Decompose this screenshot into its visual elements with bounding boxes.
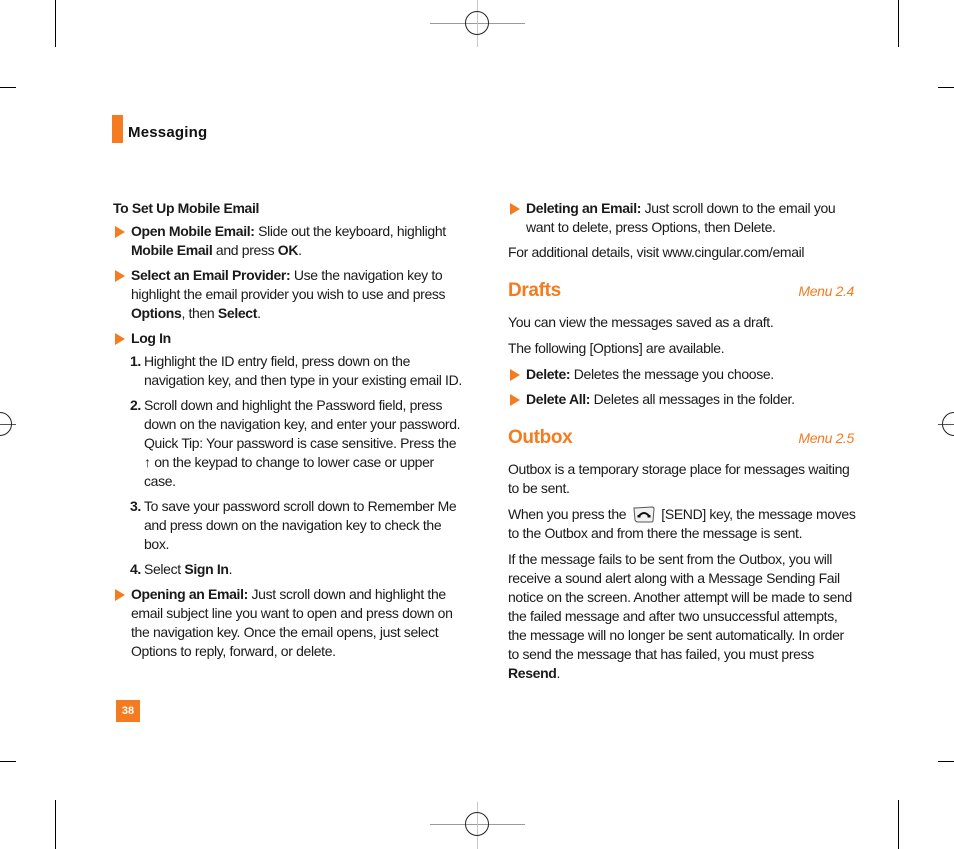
left-column: To Set Up Mobile Email Open Mobile Email… — [113, 199, 463, 667]
login-step-2: 2. Scroll down and highlight the Passwor… — [113, 396, 463, 491]
bullet-label: Open Mobile Email: — [131, 223, 255, 239]
additional-details: For additional details, visit www.cingul… — [508, 244, 805, 260]
quick-tip-text: Quick Tip: Your password is case sensiti… — [144, 435, 457, 451]
bullet-bold: Mobile Email — [131, 242, 213, 258]
drafts-option-delete: Delete: Deletes the message you choose. — [508, 365, 858, 384]
step-text: Highlight the ID entry field, press down… — [144, 353, 462, 388]
right-column: Deleting an Email: Just scroll down to t… — [508, 199, 858, 690]
step-number: 4. — [130, 561, 141, 577]
step-text: Select — [144, 561, 185, 577]
crop-mark — [0, 761, 16, 762]
bullet-arrow-icon — [510, 369, 520, 381]
fail-text: If the message fails to be sent from the… — [508, 551, 852, 662]
drafts-menu-ref: Menu 2.4 — [798, 283, 854, 299]
bullet-arrow-icon — [115, 270, 125, 282]
bullet-bold: Options — [131, 305, 182, 321]
bullet-label: Log In — [131, 330, 171, 346]
crop-mark — [898, 0, 899, 47]
login-step-4: 4. Select Sign In. — [113, 560, 463, 579]
crop-mark — [55, 800, 56, 849]
bullet-text: and press — [212, 242, 278, 258]
drafts-options-intro: The following [Options] are available. — [508, 340, 725, 356]
bullet-opening-email: Opening an Email: Just scroll down and h… — [113, 585, 463, 661]
send-key-icon — [633, 506, 655, 523]
step-text: Scroll down and highlight the Password f… — [144, 397, 461, 432]
crop-mark — [938, 87, 954, 88]
bullet-open-mobile-email: Open Mobile Email: Slide out the keyboar… — [113, 222, 463, 260]
send-text: When you press the — [508, 506, 630, 522]
bullet-select-provider: Select an Email Provider: Use the naviga… — [113, 266, 463, 323]
drafts-option-delete-all: Delete All: Deletes all messages in the … — [508, 390, 858, 409]
fail-text: . — [556, 665, 561, 681]
drafts-intro: You can view the messages saved as a dra… — [508, 314, 774, 330]
bullet-text: Deletes all messages in the folder. — [590, 391, 795, 407]
step-bold: Sign In — [184, 561, 229, 577]
bullet-bold: OK — [277, 242, 299, 258]
bullet-bold: Select — [217, 305, 258, 321]
page-number: 38 — [116, 700, 140, 722]
bullet-text: . — [298, 242, 302, 258]
section-accent-bar — [112, 115, 123, 143]
bullet-arrow-icon — [510, 203, 520, 215]
step-number: 2. — [130, 397, 141, 413]
outbox-menu-ref: Menu 2.5 — [798, 430, 854, 446]
resend-bold: Resend — [508, 665, 557, 681]
bullet-text: . — [257, 305, 261, 321]
drafts-heading: Drafts Menu 2.4 — [508, 281, 858, 301]
outbox-heading: Outbox Menu 2.5 — [508, 428, 858, 448]
crop-mark — [938, 761, 954, 762]
step-text: . — [228, 561, 233, 577]
bullet-text: Slide out the keyboard, highlight — [254, 223, 446, 239]
section-title: Messaging — [128, 124, 208, 141]
bullet-arrow-icon — [115, 226, 125, 238]
bullet-text: , then — [181, 305, 218, 321]
bullet-label: Delete: — [526, 366, 571, 382]
drafts-title: Drafts — [508, 280, 561, 301]
bullet-label: Deleting an Email: — [526, 200, 642, 216]
login-step-3: 3. To save your password scroll down to … — [113, 497, 463, 554]
outbox-send-info: When you press the [SEND] key, the messa… — [508, 505, 858, 543]
bullet-log-in: Log In — [113, 329, 463, 348]
bullet-deleting-email: Deleting an Email: Just scroll down to t… — [508, 199, 858, 237]
shift-arrow-icon: ↑ — [144, 454, 151, 470]
crop-mark — [0, 87, 16, 88]
login-step-1: 1. Highlight the ID entry field, press d… — [113, 352, 463, 390]
bullet-label: Delete All: — [526, 391, 591, 407]
step-number: 3. — [130, 498, 141, 514]
bullet-label: Opening an Email: — [131, 586, 248, 602]
step-text: To save your password scroll down to Rem… — [144, 498, 457, 552]
bullet-arrow-icon — [510, 394, 520, 406]
crop-mark — [898, 800, 899, 849]
outbox-fail-info: If the message fails to be sent from the… — [508, 550, 858, 683]
bullet-label: Select an Email Provider: — [131, 267, 291, 283]
outbox-intro: Outbox is a temporary storage place for … — [508, 461, 850, 496]
setup-heading: To Set Up Mobile Email — [113, 200, 260, 216]
bullet-arrow-icon — [115, 333, 125, 345]
crop-mark — [55, 0, 56, 47]
bullet-arrow-icon — [115, 589, 125, 601]
bullet-text: Deletes the message you choose. — [570, 366, 774, 382]
quick-tip-text: on the keypad to change to lower case or… — [144, 454, 434, 489]
outbox-title: Outbox — [508, 427, 573, 448]
step-number: 1. — [130, 353, 141, 369]
